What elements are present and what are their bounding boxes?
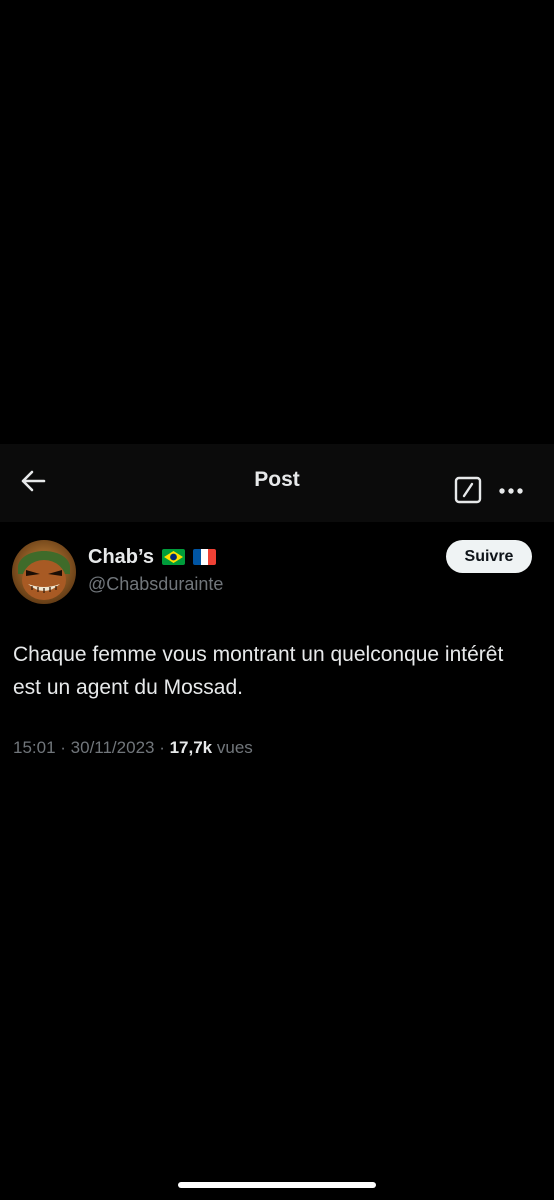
more-options-button[interactable] <box>494 474 528 508</box>
france-flag-icon <box>192 549 216 565</box>
follow-button[interactable]: Suivre <box>446 540 532 573</box>
post-date[interactable]: 30/11/2023 <box>71 738 155 757</box>
more-dots-icon <box>498 482 524 500</box>
author-name-row: Chab’s <box>88 544 216 570</box>
home-indicator[interactable] <box>178 1182 376 1188</box>
meta-separator: · <box>154 738 170 757</box>
empty-top-area <box>0 0 554 444</box>
views-label: vues <box>212 738 253 757</box>
author-handle[interactable]: @Chabsdurainte <box>88 574 223 595</box>
avatar[interactable] <box>12 540 76 604</box>
author-display-name[interactable]: Chab’s <box>88 546 154 569</box>
post-header: Post <box>0 444 554 522</box>
edit-button[interactable] <box>451 475 485 509</box>
meta-separator: · <box>55 738 71 757</box>
post-meta: 15:01 · 30/11/2023 · 17,7k vues <box>13 738 253 758</box>
brazil-flag-icon <box>161 549 185 565</box>
post-time[interactable]: 15:01 <box>13 738 56 757</box>
compose-slash-icon <box>454 476 482 509</box>
views-count: 17,7k <box>169 738 213 757</box>
post-text: Chaque femme vous montrant un quelconque… <box>13 643 504 699</box>
